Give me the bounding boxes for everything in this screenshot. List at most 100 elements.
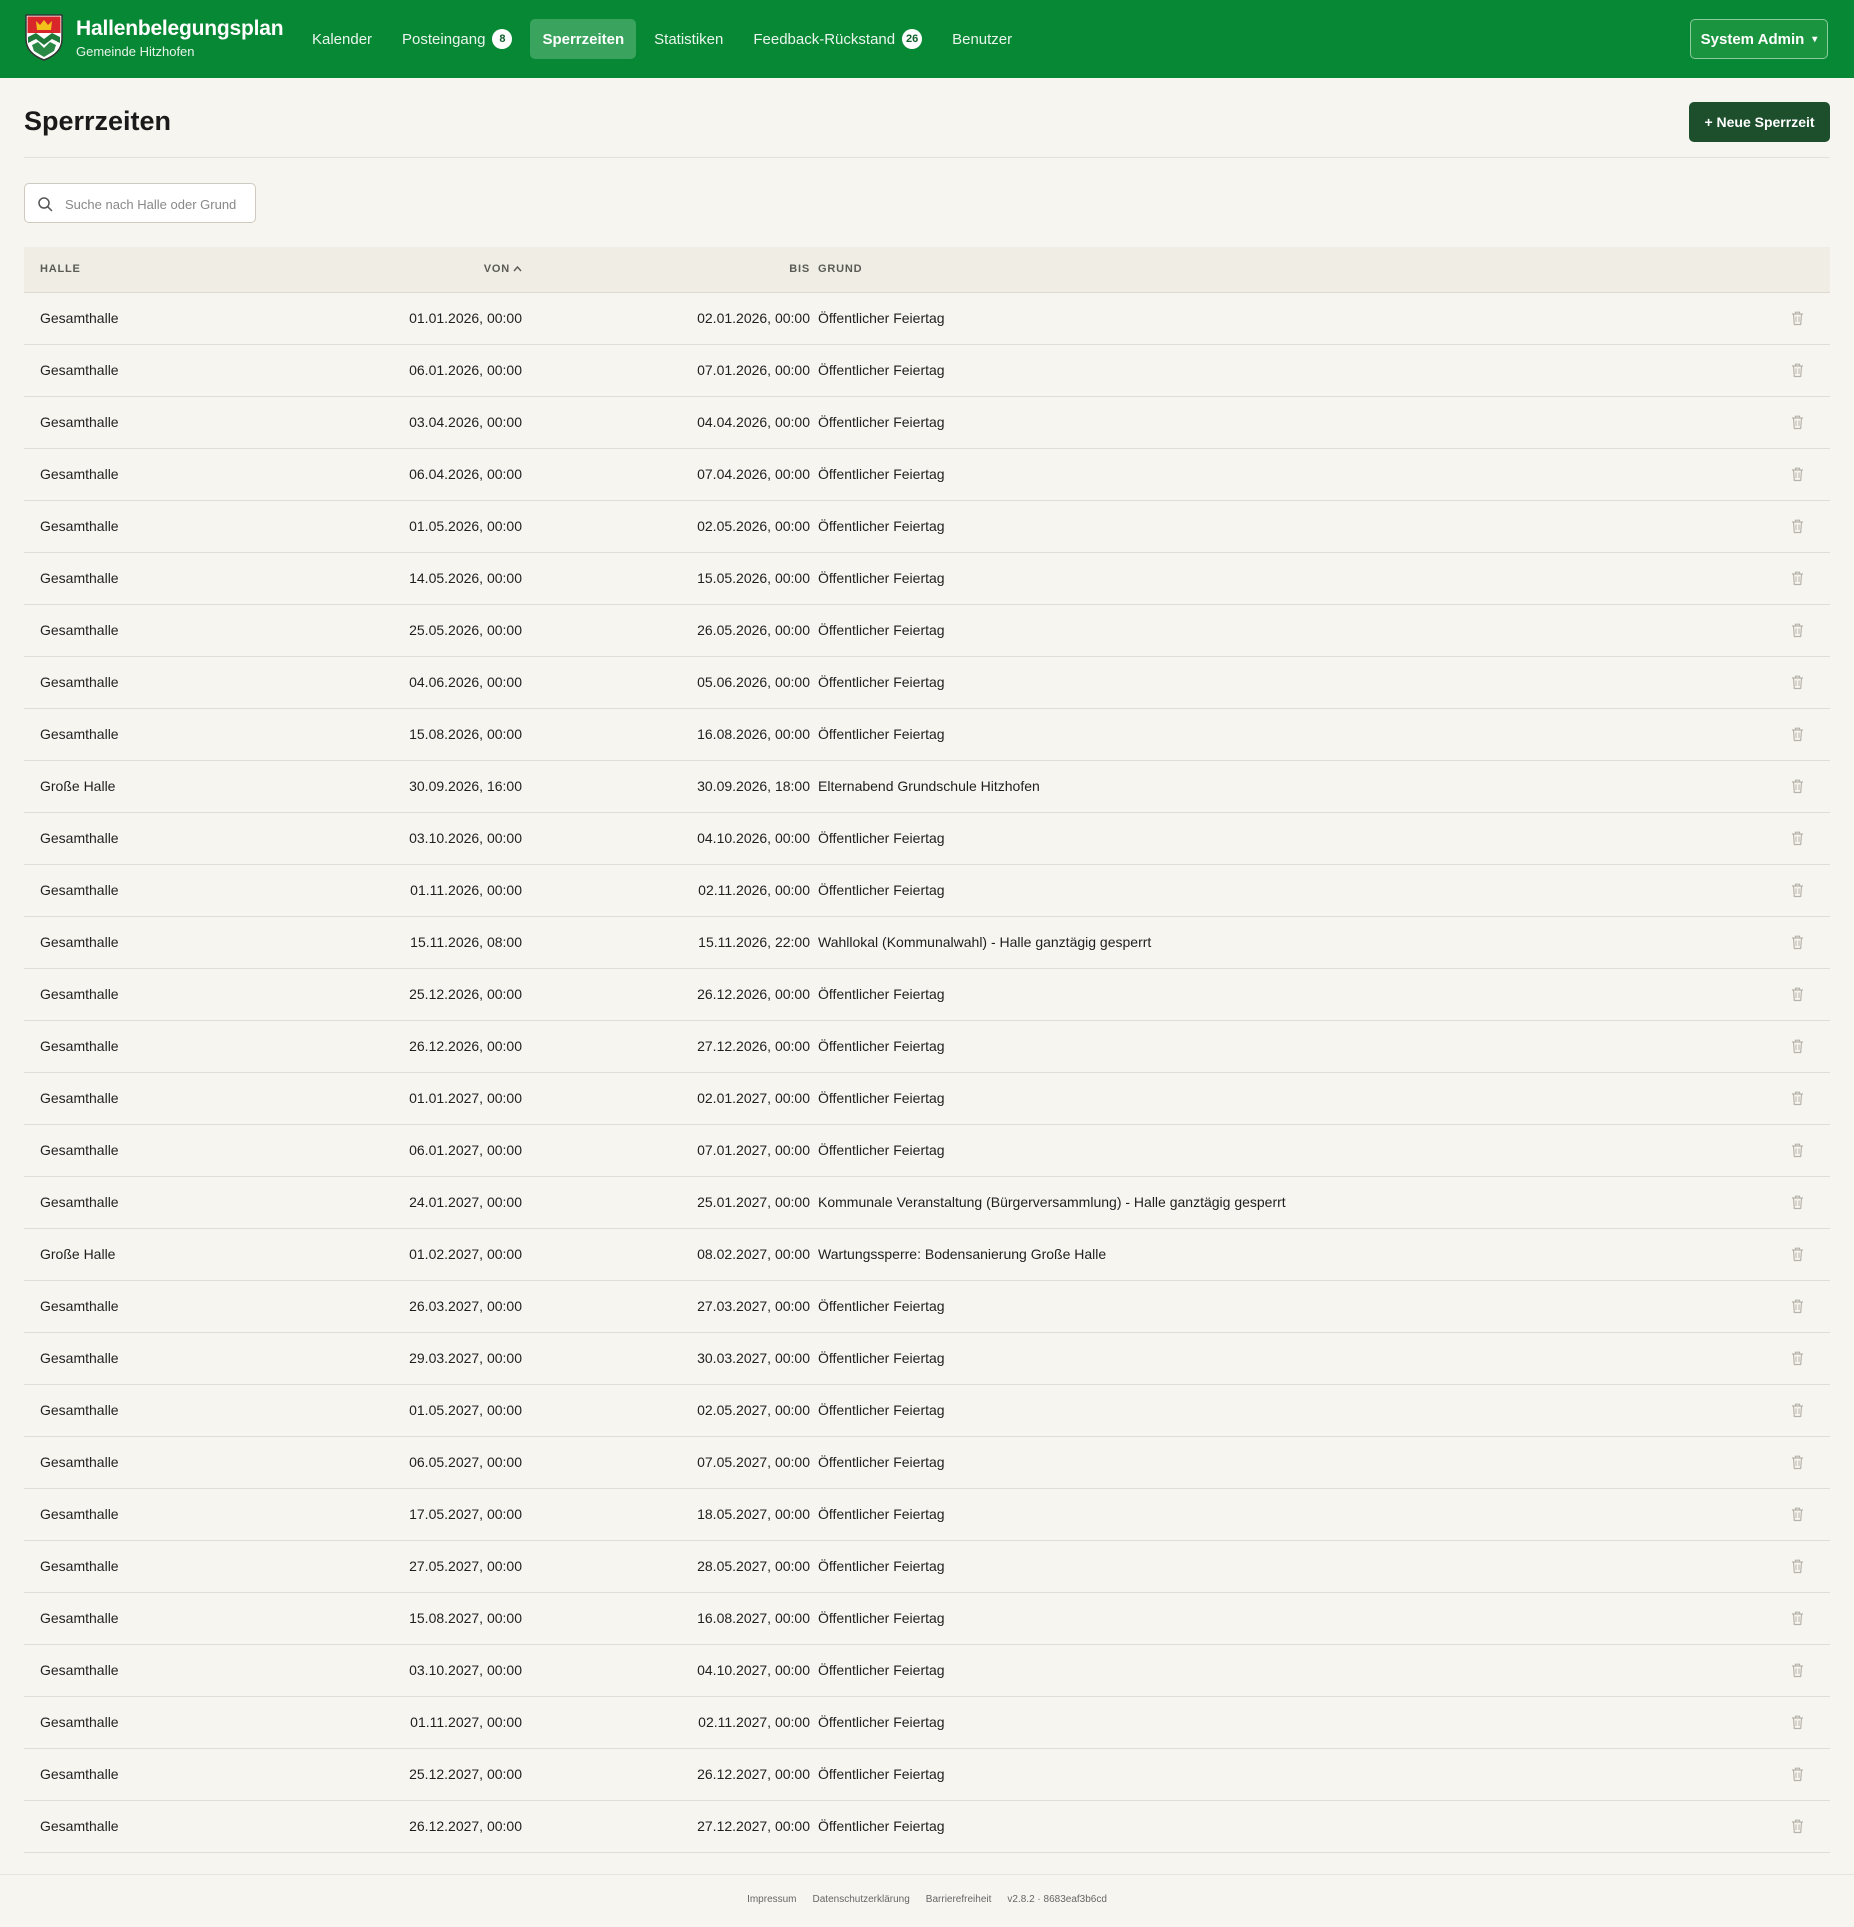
cell-von: 25.12.2026, 00:00 bbox=[409, 986, 522, 1002]
cell-von: 06.01.2026, 00:00 bbox=[409, 362, 522, 378]
table-row: Gesamthalle 03.04.2026, 00:00 04.04.2026, … bbox=[24, 397, 1830, 449]
trash-icon[interactable] bbox=[1790, 778, 1805, 794]
nav-statistiken-label: Statistiken bbox=[654, 30, 724, 48]
trash-icon[interactable] bbox=[1790, 1038, 1805, 1054]
trash-icon[interactable] bbox=[1790, 466, 1805, 482]
trash-icon[interactable] bbox=[1790, 622, 1805, 638]
trash-icon[interactable] bbox=[1790, 882, 1805, 898]
trash-icon[interactable] bbox=[1790, 1090, 1805, 1106]
column-header-halle[interactable]: HALLE bbox=[40, 247, 81, 292]
cell-von: 03.10.2026, 00:00 bbox=[409, 830, 522, 846]
table-row: Gesamthalle 26.12.2026, 00:00 27.12.2026, … bbox=[24, 1021, 1830, 1073]
trash-icon[interactable] bbox=[1790, 1662, 1805, 1678]
trash-icon[interactable] bbox=[1790, 1818, 1805, 1834]
nav-kalender[interactable]: Kalender bbox=[300, 19, 384, 59]
cell-von: 26.12.2026, 00:00 bbox=[409, 1038, 522, 1054]
trash-icon[interactable] bbox=[1790, 934, 1805, 950]
cell-von: 06.04.2026, 00:00 bbox=[409, 466, 522, 482]
trash-icon[interactable] bbox=[1790, 310, 1805, 326]
app-subtitle: Gemeinde Hitzhofen bbox=[76, 44, 195, 59]
trash-icon[interactable] bbox=[1790, 1298, 1805, 1314]
new-blocking-period-button[interactable]: + Neue Sperrzeit bbox=[1689, 102, 1830, 142]
cell-grund: Öffentlicher Feiertag bbox=[818, 1818, 945, 1834]
cell-von: 01.01.2026, 00:00 bbox=[409, 310, 522, 326]
table-row: Gesamthalle 04.06.2026, 00:00 05.06.2026, … bbox=[24, 657, 1830, 709]
trash-icon[interactable] bbox=[1790, 1194, 1805, 1210]
cell-bis: 07.01.2027, 00:00 bbox=[697, 1142, 810, 1158]
trash-icon[interactable] bbox=[1790, 570, 1805, 586]
search-box[interactable] bbox=[24, 183, 256, 224]
cell-von: 26.12.2027, 00:00 bbox=[409, 1818, 522, 1834]
trash-icon[interactable] bbox=[1790, 362, 1805, 378]
trash-icon[interactable] bbox=[1790, 1402, 1805, 1418]
cell-halle: Gesamthalle bbox=[40, 830, 119, 846]
cell-grund: Öffentlicher Feiertag bbox=[818, 1350, 945, 1366]
cell-von: 06.01.2027, 00:00 bbox=[409, 1142, 522, 1158]
trash-icon[interactable] bbox=[1790, 1558, 1805, 1574]
coat-of-arms-icon bbox=[25, 14, 63, 61]
nav-statistiken[interactable]: Statistiken bbox=[642, 19, 735, 59]
cell-von: 01.01.2027, 00:00 bbox=[409, 1090, 522, 1106]
cell-grund: Wahllokal (Kommunalwahl) - Halle ganztäg… bbox=[818, 934, 1152, 950]
cell-bis: 04.04.2026, 00:00 bbox=[697, 414, 810, 430]
footer-link-datenschutz[interactable]: Datenschutzerklärung bbox=[813, 1894, 910, 1905]
sort-ascending-icon bbox=[513, 265, 522, 272]
table-row: Gesamthalle 15.11.2026, 08:00 15.11.2026, … bbox=[24, 917, 1830, 969]
trash-icon[interactable] bbox=[1790, 518, 1805, 534]
feedback-count-badge: 26 bbox=[902, 29, 923, 49]
cell-halle: Gesamthalle bbox=[40, 882, 119, 898]
column-header-grund[interactable]: GRUND bbox=[818, 247, 862, 292]
cell-von: 26.03.2027, 00:00 bbox=[409, 1298, 522, 1314]
table-row: Große Halle 01.02.2027, 00:00 08.02.2027, … bbox=[24, 1229, 1830, 1281]
trash-icon[interactable] bbox=[1790, 674, 1805, 690]
column-header-von[interactable]: VON bbox=[484, 247, 522, 292]
table-header: HALLE VON BIS GRUND bbox=[24, 247, 1830, 293]
cell-von: 01.11.2027, 00:00 bbox=[410, 1714, 522, 1730]
cell-von: 01.05.2026, 00:00 bbox=[409, 518, 522, 534]
blocking-periods-table: HALLE VON BIS GRUND Gesamthalle 01.01.202… bbox=[24, 247, 1830, 1853]
cell-halle: Gesamthalle bbox=[40, 310, 119, 326]
trash-icon[interactable] bbox=[1790, 1454, 1805, 1470]
cell-bis: 05.06.2026, 00:00 bbox=[697, 674, 810, 690]
trash-icon[interactable] bbox=[1790, 414, 1805, 430]
cell-bis: 16.08.2026, 00:00 bbox=[697, 726, 810, 742]
cell-grund: Öffentlicher Feiertag bbox=[818, 310, 945, 326]
cell-bis: 07.04.2026, 00:00 bbox=[697, 466, 810, 482]
search-icon bbox=[38, 197, 53, 212]
trash-icon[interactable] bbox=[1790, 726, 1805, 742]
cell-halle: Gesamthalle bbox=[40, 570, 119, 586]
trash-icon[interactable] bbox=[1790, 1506, 1805, 1522]
cell-von: 06.05.2027, 00:00 bbox=[409, 1454, 522, 1470]
user-menu-button[interactable]: System Admin ▾ bbox=[1690, 19, 1828, 59]
table-row: Gesamthalle 26.12.2027, 00:00 27.12.2027, … bbox=[24, 1801, 1830, 1853]
footer-link-barrierefreiheit[interactable]: Barrierefreiheit bbox=[926, 1894, 992, 1905]
cell-halle: Gesamthalle bbox=[40, 466, 119, 482]
cell-halle: Gesamthalle bbox=[40, 1506, 119, 1522]
table-row: Gesamthalle 06.01.2027, 00:00 07.01.2027, … bbox=[24, 1125, 1830, 1177]
nav-sperrzeiten[interactable]: Sperrzeiten bbox=[530, 19, 637, 59]
cell-grund: Öffentlicher Feiertag bbox=[818, 1610, 945, 1626]
nav-feedback-rueckstand[interactable]: Feedback-Rückstand 26 bbox=[741, 19, 934, 59]
trash-icon[interactable] bbox=[1790, 1350, 1805, 1366]
table-row: Gesamthalle 03.10.2027, 00:00 04.10.2027, … bbox=[24, 1645, 1830, 1697]
trash-icon[interactable] bbox=[1790, 1246, 1805, 1262]
footer-link-impressum[interactable]: Impressum bbox=[747, 1894, 796, 1905]
nav-posteingang[interactable]: Posteingang 8 bbox=[390, 19, 524, 59]
cell-halle: Gesamthalle bbox=[40, 726, 119, 742]
trash-icon[interactable] bbox=[1790, 1610, 1805, 1626]
search-input[interactable] bbox=[63, 184, 253, 224]
trash-icon[interactable] bbox=[1790, 830, 1805, 846]
cell-halle: Gesamthalle bbox=[40, 1454, 119, 1470]
cell-grund: Öffentlicher Feiertag bbox=[818, 1402, 945, 1418]
cell-von: 01.02.2027, 00:00 bbox=[409, 1246, 522, 1262]
nav-benutzer[interactable]: Benutzer bbox=[940, 19, 1024, 59]
trash-icon[interactable] bbox=[1790, 986, 1805, 1002]
cell-halle: Gesamthalle bbox=[40, 1402, 119, 1418]
trash-icon[interactable] bbox=[1790, 1142, 1805, 1158]
cell-halle: Gesamthalle bbox=[40, 1350, 119, 1366]
cell-bis: 26.12.2027, 00:00 bbox=[697, 1766, 810, 1782]
trash-icon[interactable] bbox=[1790, 1766, 1805, 1782]
trash-icon[interactable] bbox=[1790, 1714, 1805, 1730]
column-header-bis[interactable]: BIS bbox=[789, 247, 810, 292]
cell-von: 01.05.2027, 00:00 bbox=[409, 1402, 522, 1418]
